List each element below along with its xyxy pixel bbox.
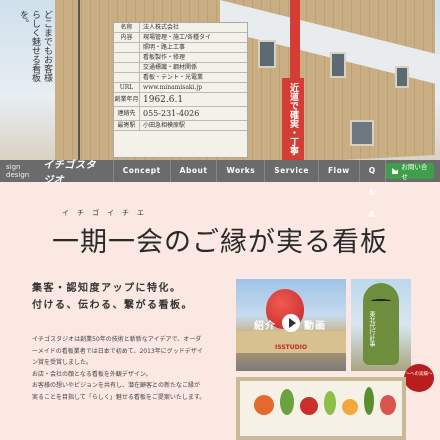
vegetable-illustration xyxy=(364,387,374,415)
global-nav: sign design イチゴスタジオ Concept About Works … xyxy=(0,160,440,219)
lead-text: 集客・認知度アップに特化。 付ける、伝わる、繋がる看板。 xyxy=(32,280,222,314)
sign-row: 看板製作・修理 xyxy=(114,53,247,63)
intro-video[interactable]: ISSTUDIO 紹介 動画 xyxy=(236,279,346,371)
body-line: ーメイドの看板業者では日本で初めて、2013年にグッドデザイ xyxy=(32,347,203,355)
body-line: ン賞を受賞しました。 xyxy=(32,359,93,366)
body-line: イチゴスタジオは創業50年の技術と斬新なアイデアで、オーダ xyxy=(32,336,202,343)
works-photo-character[interactable]: 東北代行計事 xyxy=(351,279,411,371)
hero-tagline: どこまでもお客様らしく魅せる看板を。 xyxy=(18,10,52,82)
works-photo-vegetables[interactable] xyxy=(236,377,406,440)
contact-label: お問い合せ xyxy=(401,163,428,181)
window xyxy=(258,40,276,68)
intro-copy: 集客・認知度アップに特化。 付ける、伝わる、繋がる看板。 イチゴスタジオは創業5… xyxy=(32,280,222,403)
nav-item-flow[interactable]: Flow xyxy=(317,160,359,182)
vegetable-illustration xyxy=(254,395,274,415)
character-sign-text: 東北代行計事 xyxy=(368,311,375,347)
red-banner: 近道で確実・丁寧 xyxy=(282,78,304,160)
sign-row: URL www.minamisaki.jp xyxy=(114,83,247,93)
video-label-left: 紹介 xyxy=(254,321,276,332)
nav-menu: Concept About Works Service Flow Q & A xyxy=(112,160,386,219)
vegetable-illustration xyxy=(280,389,294,415)
lead-line-2: 付ける、伝わる、繋がる看板。 xyxy=(32,300,193,311)
body-line: お客様の想いやビジョンを共有し、潜在顧客との新たなご縁が xyxy=(32,382,200,389)
sign-row: 名称 法人株式会社 xyxy=(114,23,247,33)
works-badge[interactable]: 〜への実績〜 xyxy=(404,364,434,392)
page-headline: 一期一会のご縁が実る看板 xyxy=(52,227,388,258)
window xyxy=(350,120,374,146)
red-banner-top xyxy=(290,0,300,78)
sign-row: 創業年月 1962.6.1 xyxy=(114,93,247,107)
body-line: お店・会社の顔となる看板を外観デザイン。 xyxy=(32,370,152,378)
play-icon[interactable] xyxy=(282,314,300,332)
vegetable-illustration xyxy=(300,397,318,415)
mail-icon xyxy=(391,168,400,174)
company-info-board: 名称 法人株式会社 内容 現場管理・施工/各種タイ 照明・路上工事 看板製作・修理 … xyxy=(113,22,248,158)
nav-item-service[interactable]: Service xyxy=(264,160,318,182)
site-logo[interactable]: イチゴスタジオ xyxy=(43,156,104,186)
sign-row: 照明・路上工事 xyxy=(114,43,247,53)
utility-pole xyxy=(78,0,80,160)
vegetable-illustration xyxy=(324,391,336,415)
window xyxy=(330,52,346,78)
hero-image: 名称 法人株式会社 内容 現場管理・施工/各種タイ 照明・路上工事 看板製作・修理 … xyxy=(0,0,440,160)
body-line: 実ることを目指して「らしく」魅せる看板をご提案いたします。 xyxy=(32,393,206,401)
sign-row: 内容 現場管理・施工/各種タイ xyxy=(114,33,247,43)
contact-button[interactable]: お問い合せ xyxy=(385,163,434,181)
video-label-right: 動画 xyxy=(304,321,326,332)
nav-item-concept[interactable]: Concept xyxy=(112,160,170,182)
store-front: ISSTUDIO xyxy=(236,331,346,353)
logo-subtitle: sign design xyxy=(6,163,30,179)
sign-row: 最寄駅 小田急相模原駅 xyxy=(114,121,247,131)
window xyxy=(395,66,409,88)
body-text: イチゴスタジオは創業50年の技術と斬新なアイデアで、オーダ ーメイドの看板業者で… xyxy=(32,334,222,403)
vegetable-illustration xyxy=(380,395,396,415)
nav-item-about[interactable]: About xyxy=(169,160,217,182)
sign-row: 交通標識・鋼材関係 xyxy=(114,63,247,73)
character-eyes xyxy=(371,299,391,303)
nav-item-qa[interactable]: Q & A xyxy=(358,160,386,219)
lead-line-1: 集客・認知度アップに特化。 xyxy=(32,283,182,294)
nav-item-works[interactable]: Works xyxy=(216,160,264,182)
sign-row: 連絡先 055-231-4026 xyxy=(114,107,247,121)
headline-ruby: イチゴイチエ xyxy=(62,209,152,217)
vegetable-illustration xyxy=(342,399,358,415)
sign-row: 看板・テント・光電業 xyxy=(114,73,247,83)
